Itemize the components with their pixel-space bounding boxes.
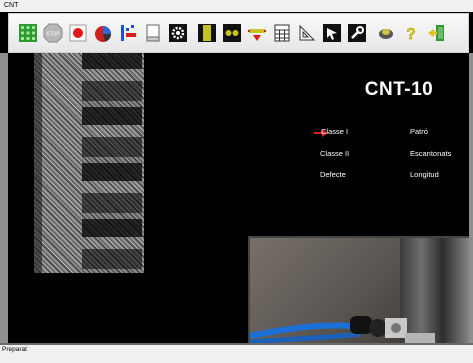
- help-button[interactable]: ?: [400, 22, 422, 44]
- svg-text:?: ?: [406, 26, 416, 43]
- pie-chart-icon: [95, 26, 111, 42]
- measure-button[interactable]: [296, 22, 318, 44]
- exit-button[interactable]: [425, 22, 447, 44]
- statistics-button[interactable]: [92, 22, 114, 44]
- set-square-icon: [299, 24, 316, 41]
- window-title: CNT: [0, 0, 473, 12]
- cable-photo: [250, 316, 435, 343]
- single-view-button[interactable]: [196, 22, 218, 44]
- document-icon: [146, 24, 160, 42]
- tools-button[interactable]: [346, 22, 368, 44]
- cursor-icon: [323, 24, 341, 42]
- plugin-icon: [379, 29, 393, 39]
- record-button[interactable]: [67, 22, 89, 44]
- toolbar: STOP ?: [8, 13, 469, 53]
- exit-door-icon: [428, 25, 444, 41]
- wrench-icon: [348, 24, 366, 42]
- menu-longitud[interactable]: Longitud: [410, 170, 439, 179]
- grid-capture-button[interactable]: [17, 22, 39, 44]
- plugin-button[interactable]: [375, 22, 397, 44]
- record-icon: [69, 24, 87, 42]
- arrow-select-icon: [248, 29, 266, 41]
- cursor-button[interactable]: [321, 22, 343, 44]
- menu-defecte[interactable]: Defecte: [320, 170, 346, 179]
- settings-gear-icon: [169, 24, 187, 42]
- bar-level-icon: [121, 25, 136, 41]
- left-border: [0, 53, 8, 345]
- arrow-select-button[interactable]: [246, 22, 268, 44]
- camera-image-strip: [34, 53, 144, 273]
- menu-classe-2[interactable]: Classe II: [320, 149, 349, 158]
- report-button[interactable]: [142, 22, 164, 44]
- calculator-icon: [274, 24, 290, 42]
- svg-text:STOP: STOP: [46, 32, 60, 38]
- app-window: CNT STOP ? CNT-10 Classe I Patró Classe …: [0, 0, 473, 363]
- calculator-button[interactable]: [271, 22, 293, 44]
- grid-capture-icon: [19, 24, 37, 42]
- printed-logo-pattern: [82, 53, 142, 273]
- stop-button[interactable]: STOP: [42, 22, 64, 44]
- stop-icon: STOP: [43, 23, 63, 43]
- single-view-icon: [198, 24, 216, 42]
- levels-button[interactable]: [117, 22, 139, 44]
- status-bar: Preparat: [0, 345, 473, 363]
- menu-patro[interactable]: Patró: [410, 127, 428, 136]
- secondary-camera-view: [248, 236, 469, 343]
- menu-classe-1[interactable]: Classe I: [321, 127, 348, 136]
- dual-view-button[interactable]: [221, 22, 243, 44]
- configuration-button[interactable]: [167, 22, 189, 44]
- dual-view-icon: [223, 24, 241, 42]
- menu-escantonats[interactable]: Escantonats: [410, 149, 451, 158]
- help-icon: ?: [406, 26, 416, 43]
- model-title: CNT-10: [364, 79, 434, 100]
